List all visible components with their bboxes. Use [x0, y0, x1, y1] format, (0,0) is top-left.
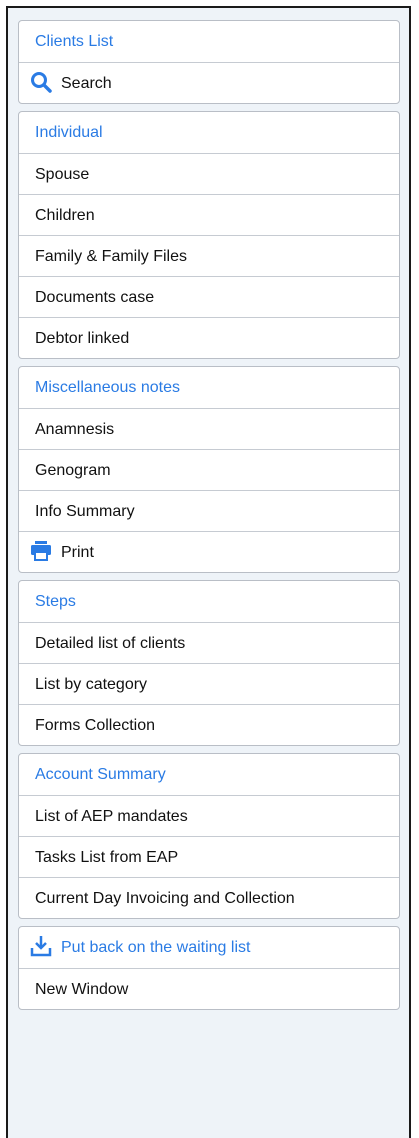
family-files-item[interactable]: Family & Family Files	[19, 235, 399, 276]
clients-list-header[interactable]: Clients List	[19, 21, 399, 62]
printer-icon	[29, 539, 53, 563]
steps-group: Steps Detailed list of clients List by c…	[18, 580, 400, 746]
documents-case-item[interactable]: Documents case	[19, 276, 399, 317]
account-summary-header[interactable]: Account Summary	[19, 754, 399, 795]
detailed-list-item[interactable]: Detailed list of clients	[19, 622, 399, 663]
individual-header[interactable]: Individual	[19, 112, 399, 153]
individual-group: Individual Spouse Children Family & Fami…	[18, 111, 400, 359]
misc-notes-header[interactable]: Miscellaneous notes	[19, 367, 399, 408]
aep-mandates-item[interactable]: List of AEP mandates	[19, 795, 399, 836]
search-item[interactable]: Search	[19, 62, 399, 103]
current-day-invoicing-item[interactable]: Current Day Invoicing and Collection	[19, 877, 399, 918]
navigation-panel: Clients List Search Individual Spouse Ch…	[6, 6, 411, 1138]
steps-header[interactable]: Steps	[19, 581, 399, 622]
misc-notes-group: Miscellaneous notes Anamnesis Genogram I…	[18, 366, 400, 573]
genogram-item[interactable]: Genogram	[19, 449, 399, 490]
debtor-linked-item[interactable]: Debtor linked	[19, 317, 399, 358]
info-summary-item[interactable]: Info Summary	[19, 490, 399, 531]
search-icon	[29, 70, 53, 94]
search-label: Search	[61, 75, 112, 92]
waiting-list-item[interactable]: Put back on the waiting list	[19, 927, 399, 968]
list-by-category-item[interactable]: List by category	[19, 663, 399, 704]
tasks-list-item[interactable]: Tasks List from EAP	[19, 836, 399, 877]
navigation-menu: Clients List Search Individual Spouse Ch…	[18, 20, 400, 1010]
print-item[interactable]: Print	[19, 531, 399, 572]
new-window-item[interactable]: New Window	[19, 968, 399, 1009]
window-actions-group: Put back on the waiting list New Window	[18, 926, 400, 1010]
account-summary-group: Account Summary List of AEP mandates Tas…	[18, 753, 400, 919]
children-item[interactable]: Children	[19, 194, 399, 235]
spouse-item[interactable]: Spouse	[19, 153, 399, 194]
download-tray-icon	[29, 934, 53, 958]
forms-collection-item[interactable]: Forms Collection	[19, 704, 399, 745]
print-label: Print	[61, 544, 94, 561]
waiting-list-label: Put back on the waiting list	[61, 939, 251, 956]
anamnesis-item[interactable]: Anamnesis	[19, 408, 399, 449]
clients-list-group: Clients List Search	[18, 20, 400, 104]
